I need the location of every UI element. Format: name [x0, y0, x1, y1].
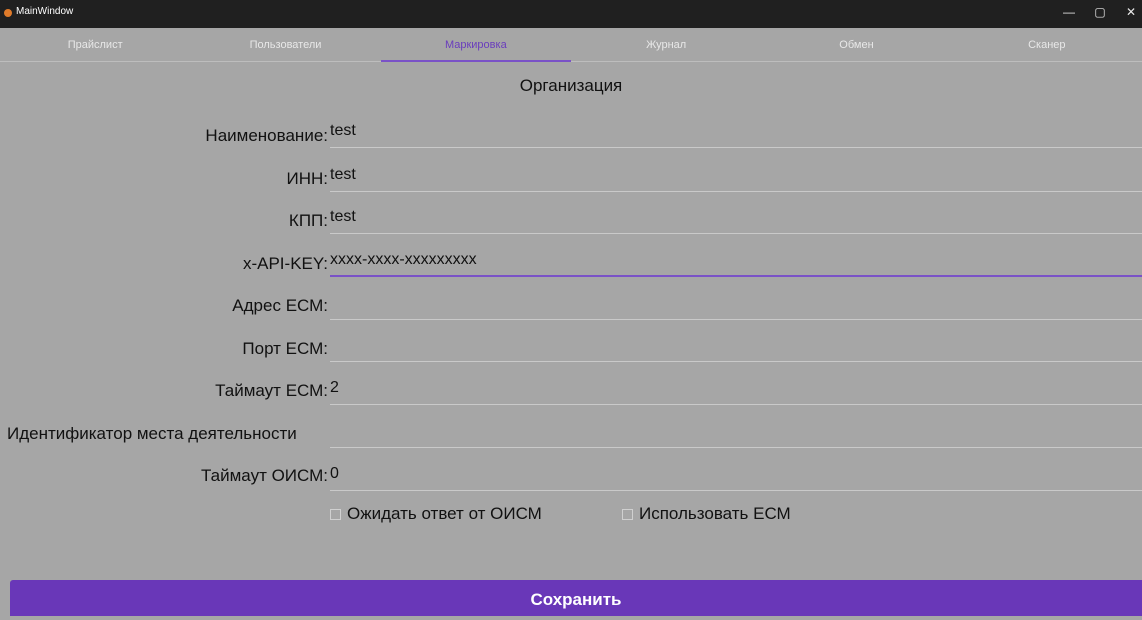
ecm-address-label: Адрес ЕСМ:	[232, 296, 328, 315]
ecm-timeout-label: Таймаут ЕСМ:	[215, 381, 328, 400]
maximize-icon[interactable]: ▢	[1089, 3, 1111, 21]
api-key-field[interactable]: xxxx-xxxx-xxxxxxxxx	[330, 245, 1142, 277]
tab-users[interactable]: Пользователи	[190, 28, 380, 61]
ecm-address-field[interactable]	[330, 288, 1142, 320]
ecm-port-field[interactable]	[330, 330, 1142, 362]
window-titlebar: MainWindow — ▢ ✕	[0, 0, 1142, 28]
window-title: MainWindow	[16, 6, 74, 17]
oism-timeout-label: Таймаут ОИСМ:	[201, 466, 328, 485]
place-id-field[interactable]	[330, 416, 1142, 448]
ecm-timeout-field[interactable]: 2	[330, 373, 1142, 405]
kpp-field[interactable]: test	[330, 202, 1142, 234]
minimize-icon[interactable]: —	[1058, 3, 1080, 21]
wait-oism-checkbox[interactable]	[330, 508, 341, 520]
tab-scanner[interactable]: Сканер	[952, 28, 1142, 61]
place-id-label: Идентификатор места деятельности	[7, 424, 297, 443]
tab-pricelist[interactable]: Прайслист	[0, 28, 190, 61]
name-label: Наименование:	[205, 126, 328, 145]
use-ecm-option[interactable]: Использовать ЕСМ	[622, 504, 791, 524]
api-key-label: x-API-KEY:	[242, 254, 328, 273]
ecm-port-label: Порт ЕСМ:	[242, 339, 328, 358]
section-title: Организация	[519, 76, 623, 95]
use-ecm-label: Использовать ЕСМ	[639, 504, 791, 523]
inn-label: ИНН:	[286, 169, 329, 188]
use-ecm-checkbox[interactable]	[622, 508, 633, 520]
wait-oism-option[interactable]: Ожидать ответ от ОИСМ	[330, 504, 542, 524]
inn-field[interactable]: test	[330, 160, 1142, 192]
kpp-label: КПП:	[288, 211, 328, 230]
tab-bar: Прайслист Пользователи Маркировка Журнал…	[0, 28, 1142, 62]
wait-oism-label: Ожидать ответ от ОИСМ	[347, 504, 542, 523]
close-icon[interactable]: ✕	[1120, 3, 1142, 21]
tab-journal[interactable]: Журнал	[571, 28, 761, 61]
oism-timeout-field[interactable]: 0	[330, 459, 1142, 491]
name-field[interactable]: test	[330, 116, 1142, 148]
tab-exchange[interactable]: Обмен	[761, 28, 951, 61]
tab-marking[interactable]: Маркировка	[380, 28, 572, 62]
app-icon	[4, 9, 12, 17]
